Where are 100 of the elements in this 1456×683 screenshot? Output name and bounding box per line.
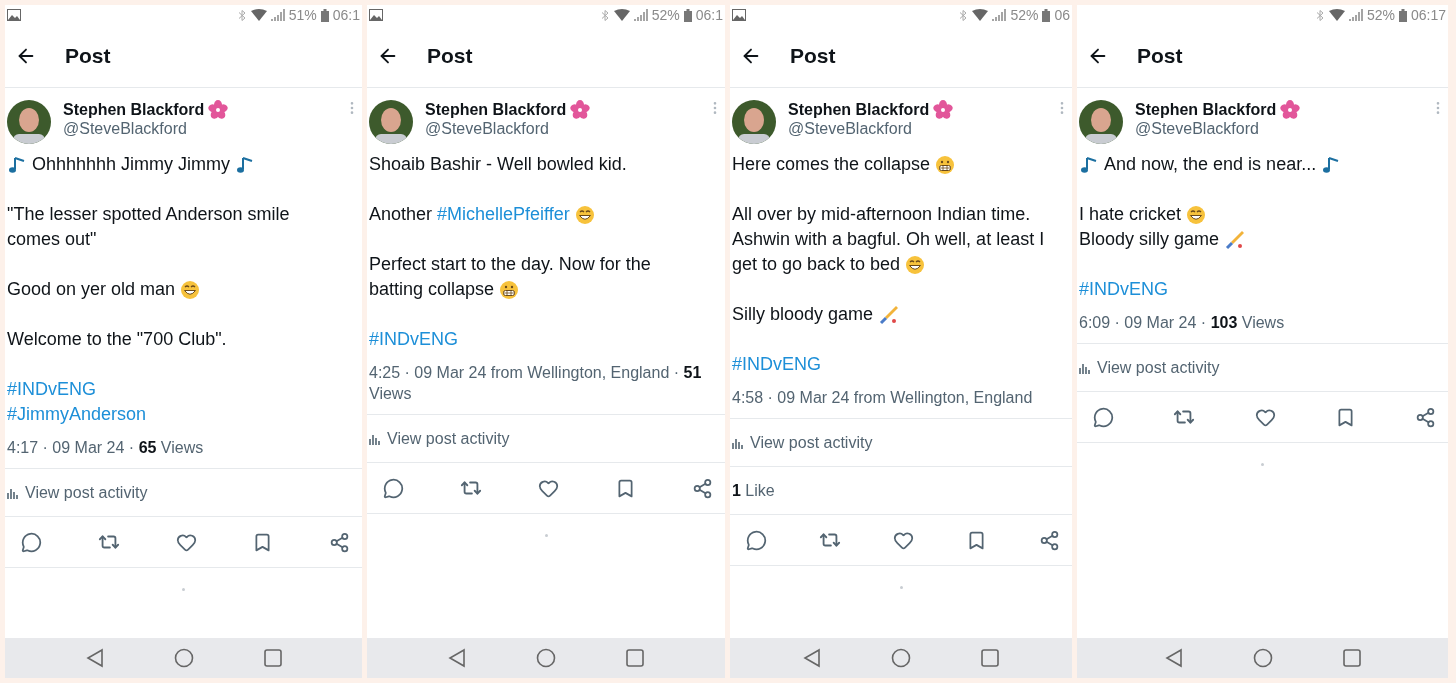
share-icon[interactable]	[1415, 406, 1436, 428]
wifi-icon	[250, 9, 267, 21]
post-text: get to go back to bed	[732, 254, 901, 275]
recents-nav-icon[interactable]	[981, 649, 999, 667]
share-icon[interactable]	[692, 477, 713, 499]
view-activity-link[interactable]: View post activity	[25, 483, 148, 502]
avatar[interactable]	[732, 100, 776, 144]
post-text: Ohhhhhhh Jimmy Jimmy	[32, 154, 231, 175]
page-title: Post	[65, 44, 111, 68]
flower-icon	[933, 100, 954, 120]
hashtag-link[interactable]: #JimmyAnderson	[7, 404, 147, 425]
share-icon[interactable]	[1039, 529, 1060, 551]
author-handle[interactable]: @SteveBlackford	[63, 120, 332, 138]
reply-icon[interactable]	[21, 531, 42, 553]
grimacing-face-icon	[935, 154, 956, 175]
post-text: batting collapse	[369, 279, 495, 300]
bar-chart-icon	[1079, 361, 1091, 374]
post-timestamp: 4:58 · 09 Mar 24 from Wellington, England	[730, 377, 1072, 419]
reply-icon[interactable]	[383, 477, 404, 499]
hashtag-link[interactable]: #INDvENG	[1079, 279, 1168, 300]
post-text: comes out"	[7, 229, 97, 250]
hashtag-link[interactable]: #INDvENG	[732, 354, 821, 375]
signal-icon	[1348, 9, 1363, 21]
music-note-icon	[7, 154, 27, 175]
post-text: I hate cricket	[1079, 204, 1182, 225]
post-text: Bloody silly game	[1079, 229, 1220, 250]
loading-dot	[899, 586, 903, 589]
bluetooth-icon	[1315, 8, 1325, 22]
home-nav-icon[interactable]	[536, 648, 556, 668]
reply-icon[interactable]	[746, 529, 767, 551]
clock-time: 06:17	[1410, 7, 1446, 23]
post-text: "The lesser spotted Anderson smile	[7, 204, 290, 225]
cricket-bat-icon	[1224, 228, 1247, 251]
page-title: Post	[1137, 44, 1183, 68]
hashtag-link[interactable]: #INDvENG	[7, 379, 96, 400]
author-handle[interactable]: @SteveBlackford	[1135, 120, 1418, 138]
post-text: Ashwin with a bagful. Oh well, at least I	[732, 229, 1045, 250]
loading-dot	[182, 588, 185, 591]
author-handle[interactable]: @SteveBlackford	[425, 120, 695, 138]
flower-icon	[208, 100, 229, 120]
post-text: All over by mid-afternoon Indian time.	[732, 204, 1031, 225]
wifi-icon	[972, 9, 989, 21]
wifi-icon	[1328, 9, 1345, 21]
clock-time: 06:1	[332, 7, 360, 23]
author-name[interactable]: Stephen Blackford	[788, 101, 930, 119]
post-text: Good on yer old man	[7, 279, 176, 300]
post-text: Another	[369, 204, 433, 225]
author-name[interactable]: Stephen Blackford	[1135, 101, 1277, 119]
post-text: Shoaib Bashir - Well bowled kid.	[369, 154, 627, 175]
clock-time: 06:1	[695, 7, 723, 23]
home-nav-icon[interactable]	[173, 648, 194, 668]
post-text: Silly bloody game	[732, 304, 874, 325]
avatar[interactable]	[369, 100, 413, 144]
battery-icon	[1042, 8, 1051, 22]
back-nav-icon[interactable]	[85, 648, 104, 668]
bluetooth-icon	[959, 8, 969, 22]
loading-dot	[544, 534, 548, 537]
view-activity-link[interactable]: View post activity	[387, 429, 510, 448]
battery-percentage: 52%	[1366, 7, 1395, 23]
hashtag-link[interactable]: #INDvENG	[369, 329, 458, 350]
signal-icon	[633, 9, 648, 21]
like-count[interactable]: 1 Like	[732, 481, 775, 500]
back-nav-icon[interactable]	[448, 648, 466, 668]
grinning-face-icon	[180, 279, 201, 300]
flower-icon	[570, 100, 591, 120]
post-text: Here comes the collapse	[732, 154, 931, 175]
author-handle[interactable]: @SteveBlackford	[788, 120, 1042, 138]
page-title: Post	[427, 44, 473, 68]
view-activity-link[interactable]: View post activity	[750, 433, 873, 452]
author-name[interactable]: Stephen Blackford	[63, 101, 205, 119]
cricket-bat-icon	[878, 303, 901, 326]
flower-icon	[1280, 100, 1301, 120]
recents-nav-icon[interactable]	[1342, 649, 1361, 667]
post-timestamp: 6:09 · 09 Mar 24 · 103 Views	[1077, 302, 1448, 344]
grimacing-face-icon	[499, 279, 520, 300]
post-text: Perfect start to the day. Now for the	[369, 254, 651, 275]
battery-icon	[320, 8, 329, 22]
battery-percentage: 52%	[651, 7, 680, 23]
post-text: And now, the end is near...	[1104, 154, 1317, 175]
author-name[interactable]: Stephen Blackford	[425, 101, 567, 119]
recents-nav-icon[interactable]	[263, 649, 282, 667]
battery-percentage: 52%	[1010, 7, 1039, 23]
back-nav-icon[interactable]	[803, 648, 821, 668]
view-activity-link[interactable]: View post activity	[1097, 358, 1220, 377]
grinning-face-icon	[905, 254, 926, 275]
grinning-face-icon	[574, 204, 595, 225]
back-nav-icon[interactable]	[1164, 648, 1183, 668]
home-nav-icon[interactable]	[891, 648, 911, 668]
battery-icon	[683, 8, 692, 22]
avatar[interactable]	[7, 100, 51, 144]
home-nav-icon[interactable]	[1252, 648, 1273, 668]
reply-icon[interactable]	[1093, 406, 1114, 428]
bluetooth-icon	[237, 8, 247, 22]
bar-chart-icon	[7, 486, 19, 499]
share-icon[interactable]	[329, 531, 350, 553]
avatar[interactable]	[1079, 100, 1123, 144]
recents-nav-icon[interactable]	[626, 649, 644, 667]
hashtag-link[interactable]: #MichellePfeiffer	[437, 204, 570, 225]
bluetooth-icon	[600, 8, 610, 22]
battery-icon	[1398, 8, 1407, 22]
